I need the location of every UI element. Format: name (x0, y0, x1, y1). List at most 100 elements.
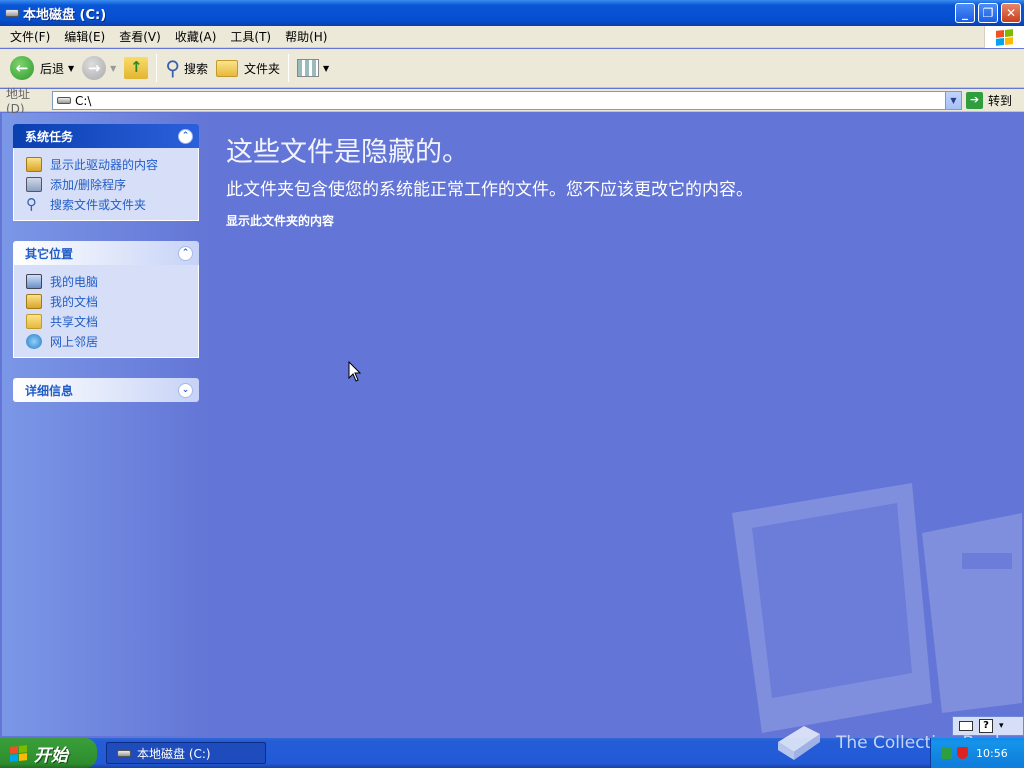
task-search-files[interactable]: ⚲ 搜索文件或文件夹 (26, 194, 198, 214)
place-my-documents[interactable]: 我的文档 (26, 291, 198, 311)
windows-logo-icon (10, 744, 27, 762)
title-bar[interactable]: 本地磁盘 (C:) _ ❐ ✕ (0, 0, 1024, 26)
place-network[interactable]: 网上邻居 (26, 331, 198, 351)
programs-icon (26, 176, 42, 192)
task-label: 搜索文件或文件夹 (50, 197, 147, 212)
other-places-title: 其它位置 (25, 246, 74, 261)
task-show-drive-contents[interactable]: 显示此驱动器的内容 (26, 154, 198, 174)
drive-icon (5, 9, 19, 17)
views-grid-icon (297, 59, 320, 77)
network-globe-icon (26, 333, 42, 349)
taskbar-window-button[interactable]: 本地磁盘 (C:) (106, 742, 266, 764)
mouse-cursor-icon (348, 361, 362, 382)
up-folder-button[interactable]: ↑ (120, 52, 152, 84)
folder-icon (216, 59, 238, 77)
menu-view[interactable]: 查看(V) (113, 28, 169, 45)
other-places-header[interactable]: 其它位置 ⌃ (13, 241, 199, 265)
search-icon: ⚲ (26, 194, 37, 213)
system-tray: 10:56 (930, 738, 1024, 768)
book-logo-icon (778, 726, 820, 760)
windows-logo-icon (984, 26, 1024, 48)
menu-help[interactable]: 帮助(H) (279, 28, 335, 45)
place-my-computer[interactable]: 我的电脑 (26, 271, 198, 291)
go-label: 转到 (988, 94, 1013, 108)
restore-button[interactable]: ❐ (978, 3, 998, 23)
folders-label: 文件夹 (244, 61, 281, 76)
folder-content: 这些文件是隐藏的。 此文件夹包含使您的系统能正常工作的文件。您不应该更改它的内容… (212, 113, 1022, 736)
show-folder-contents-link[interactable]: 显示此文件夹的内容 (226, 212, 334, 229)
menu-tools[interactable]: 工具(T) (224, 28, 279, 45)
toolbar: ← 后退 ▼ → ▼ ↑ ⚲ 搜索 文件夹 ▼ (0, 49, 1024, 88)
security-shield-icon[interactable] (957, 747, 968, 759)
task-pane: 系统任务 ⌃ 显示此驱动器的内容 添加/删除程序 ⚲ 搜索文件或文件夹 其它位置… (2, 113, 210, 736)
collapse-chevron-icon[interactable]: ⌃ (178, 128, 193, 144)
search-label: 搜索 (183, 61, 208, 76)
taskbar-window-label: 本地磁盘 (C:) (137, 746, 211, 761)
system-tasks-body: 显示此驱动器的内容 添加/删除程序 ⚲ 搜索文件或文件夹 (13, 148, 199, 221)
close-button[interactable]: ✕ (1001, 3, 1021, 23)
computer-watermark-icon (732, 483, 1022, 733)
place-label: 共享文档 (50, 314, 99, 329)
hidden-files-description: 此文件夹包含使您的系统能正常工作的文件。您不应该更改它的内容。 (226, 180, 753, 200)
other-places-body: 我的电脑 我的文档 共享文档 网上邻居 (13, 265, 199, 358)
other-places-panel: 其它位置 ⌃ 我的电脑 我的文档 共享文档 网上邻居 (13, 241, 199, 358)
task-label: 显示此驱动器的内容 (50, 157, 159, 172)
address-dropdown-icon[interactable]: ▼ (945, 92, 961, 109)
details-header[interactable]: 详细信息 ⌄ (13, 378, 199, 402)
clock[interactable]: 10:56 (976, 747, 1008, 760)
back-arrow-icon: ← (10, 56, 34, 80)
menu-bar: 文件(F) 编辑(E) 查看(V) 收藏(A) 工具(T) 帮助(H) (0, 26, 1024, 48)
back-dropdown-icon[interactable]: ▼ (68, 64, 74, 73)
langbar-options-icon[interactable]: ▾ (999, 721, 1004, 731)
shared-folder-icon (26, 313, 42, 329)
task-label: 添加/删除程序 (50, 177, 127, 192)
system-tasks-panel: 系统任务 ⌃ 显示此驱动器的内容 添加/删除程序 ⚲ 搜索文件或文件夹 (13, 124, 199, 221)
forward-arrow-icon: → (82, 56, 107, 80)
start-label: 开始 (34, 745, 68, 766)
go-button[interactable]: ➔ 转到 (966, 91, 1012, 110)
address-bar: 地址(D) C:\ ▼ ➔ 转到 (0, 87, 1024, 116)
window-title: 本地磁盘 (C:) (23, 7, 107, 23)
folder-view-icon (26, 156, 42, 172)
drive-icon (57, 97, 71, 104)
search-icon: ⚲ (165, 56, 180, 80)
my-computer-icon (26, 273, 42, 289)
explorer-window: 本地磁盘 (C:) _ ❐ ✕ 文件(F) 编辑(E) 查看(V) 收藏(A) … (0, 0, 1024, 738)
system-tasks-title: 系统任务 (25, 129, 74, 144)
views-dropdown-icon: ▼ (323, 63, 330, 73)
forward-button[interactable]: → ▼ (78, 52, 120, 84)
start-button[interactable]: 开始 (0, 738, 97, 768)
address-label: 地址(D) (6, 86, 31, 116)
back-label: 后退 (40, 61, 65, 76)
address-input[interactable]: C:\ ▼ (52, 91, 962, 110)
place-label: 我的电脑 (50, 274, 99, 289)
place-label: 网上邻居 (50, 334, 99, 349)
expand-chevron-icon[interactable]: ⌄ (178, 382, 193, 398)
system-tasks-header[interactable]: 系统任务 ⌃ (13, 124, 199, 148)
my-documents-icon (26, 293, 42, 309)
collapse-chevron-icon[interactable]: ⌃ (178, 245, 193, 261)
views-button[interactable]: ▼ (293, 52, 333, 84)
toolbar-separator (288, 54, 290, 82)
details-panel: 详细信息 ⌄ (13, 378, 199, 402)
details-title: 详细信息 (25, 383, 74, 398)
back-button[interactable]: ← 后退 ▼ (6, 52, 78, 84)
address-value: C:\ (75, 93, 92, 108)
task-add-remove-programs[interactable]: 添加/删除程序 (26, 174, 198, 194)
network-tray-icon[interactable] (941, 747, 952, 759)
menu-file[interactable]: 文件(F) (4, 28, 58, 45)
place-shared-documents[interactable]: 共享文档 (26, 311, 198, 331)
minimize-button[interactable]: _ (955, 3, 975, 23)
menu-favorites[interactable]: 收藏(A) (169, 28, 225, 45)
toolbar-separator (156, 54, 158, 82)
search-button[interactable]: ⚲ 搜索 (161, 52, 212, 84)
up-folder-icon: ↑ (124, 57, 149, 79)
place-label: 我的文档 (50, 294, 99, 309)
keyboard-icon[interactable] (959, 721, 973, 731)
hidden-files-heading: 这些文件是隐藏的。 (226, 137, 469, 168)
folders-button[interactable]: 文件夹 (212, 52, 284, 84)
forward-dropdown-icon[interactable]: ▼ (110, 64, 116, 73)
drive-icon (117, 749, 131, 757)
menu-edit[interactable]: 编辑(E) (58, 28, 113, 45)
help-icon[interactable]: ? (979, 719, 993, 733)
